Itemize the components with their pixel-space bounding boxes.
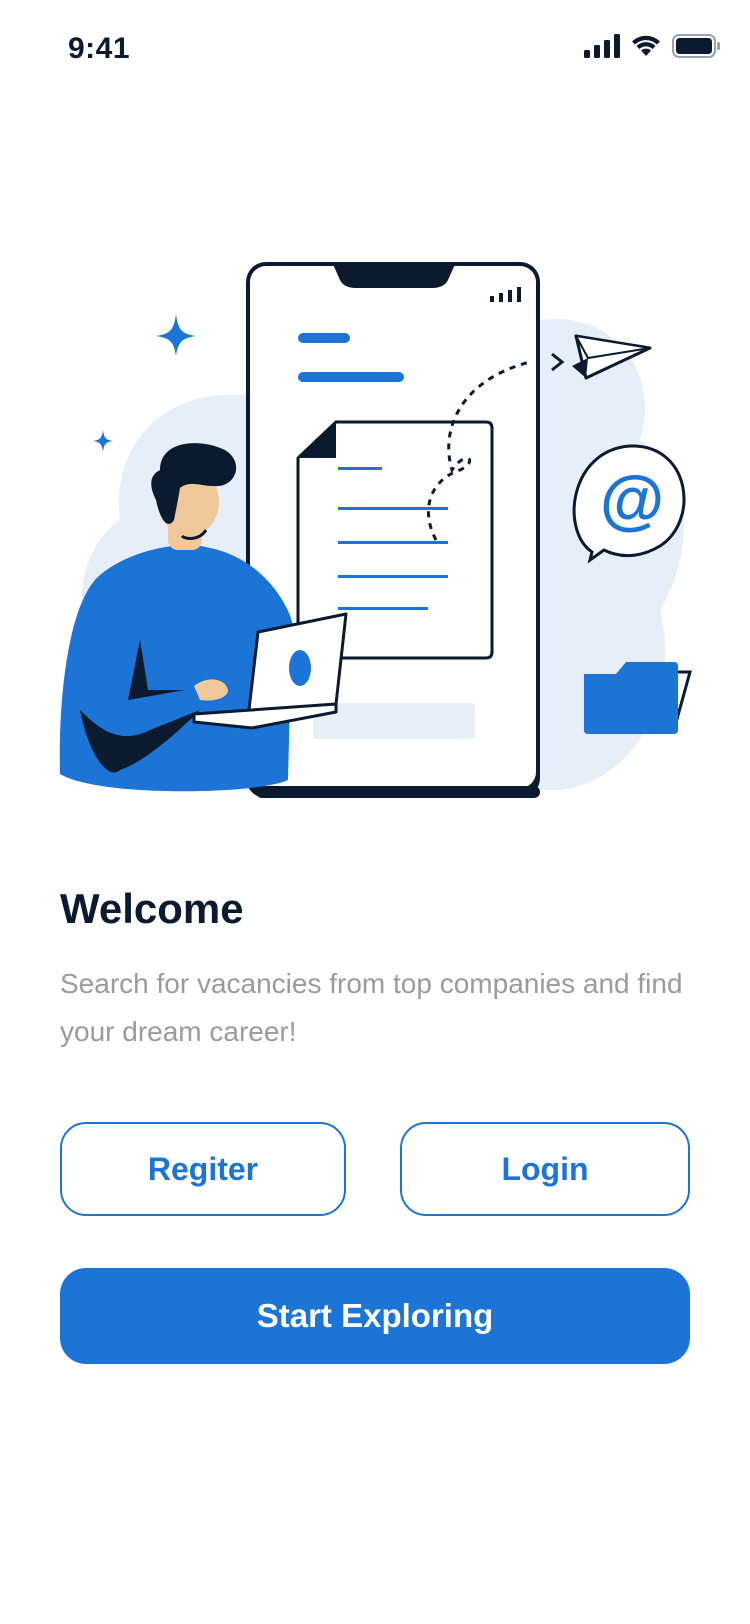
status-time: 9:41: [68, 32, 131, 65]
status-icons: [584, 34, 720, 58]
sparkle-icon: [156, 314, 196, 356]
register-button[interactable]: Regiter: [60, 1122, 346, 1216]
welcome-title: Welcome: [60, 885, 244, 932]
sparkle-icon: [93, 430, 113, 452]
battery-icon: [672, 34, 720, 58]
login-button[interactable]: Login: [400, 1122, 690, 1216]
at-symbol: @: [600, 462, 664, 536]
signal-icon: [584, 34, 620, 58]
hero-illustration: @: [59, 262, 692, 798]
start-exploring-button[interactable]: Start Exploring: [60, 1268, 690, 1364]
wifi-icon: [632, 35, 660, 56]
status-bar: 9:41: [0, 0, 750, 100]
welcome-subtitle: Search for vacancies from top companies …: [60, 968, 683, 1047]
